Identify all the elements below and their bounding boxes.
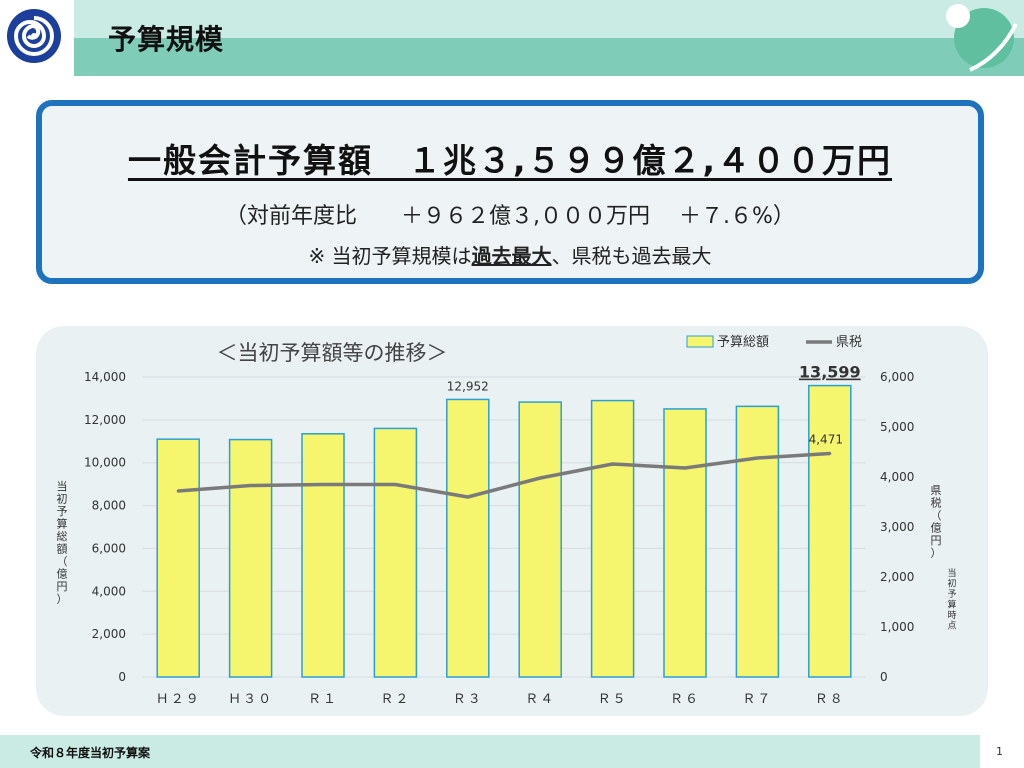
legend-label-line: 県税 bbox=[836, 335, 862, 350]
x-tick-label: Ｒ７ bbox=[742, 692, 772, 707]
header: 予算規模 bbox=[0, 0, 1024, 76]
bar bbox=[373, 427, 418, 678]
line-point bbox=[321, 483, 325, 486]
line-point bbox=[176, 489, 180, 493]
x-tick-label: Ｒ２ bbox=[380, 692, 410, 707]
line-point bbox=[249, 484, 253, 487]
bar bbox=[228, 438, 273, 678]
data-label: 13,599 bbox=[799, 363, 861, 382]
note-emphasis: 過去最大 bbox=[471, 244, 552, 268]
data-label: 4,471 bbox=[809, 432, 843, 446]
budget-note: ※ 当初予算規模は過去最大、県税も過去最大 bbox=[42, 240, 978, 269]
line-point bbox=[828, 451, 832, 455]
bar bbox=[156, 438, 200, 678]
note-suffix: 、県税も過去最大 bbox=[551, 244, 712, 268]
y-right-tick-label: 6,000 bbox=[880, 370, 914, 384]
x-tick-label: Ｒ３ bbox=[453, 692, 483, 707]
line-point bbox=[755, 456, 759, 460]
x-tick-label: Ｈ２９ bbox=[156, 692, 201, 707]
line-point bbox=[538, 476, 542, 480]
y-left-tick-label: 0 bbox=[118, 670, 126, 684]
bar bbox=[301, 433, 345, 678]
page-number: 1 bbox=[996, 745, 1003, 758]
series-line-kenzei bbox=[178, 451, 830, 499]
bar bbox=[735, 405, 780, 678]
y-right-tick-label: 2,000 bbox=[880, 570, 914, 584]
line-point bbox=[393, 483, 397, 486]
x-tick-label: Ｒ６ bbox=[670, 692, 700, 707]
line-point bbox=[611, 462, 615, 466]
chart-panel: 0 2,000 4,000 6,000 8,000 10,000 12,000 14,000 0… bbox=[36, 326, 988, 716]
budget-trend-chart: 0 2,000 4,000 6,000 8,000 10,000 12,000 14,000 0… bbox=[57, 335, 957, 707]
note-prefix: ※ 当初予算規模は bbox=[308, 244, 472, 268]
bar bbox=[446, 398, 490, 678]
bar bbox=[808, 384, 852, 678]
y-right-axis-note: 当初予算時点 bbox=[947, 567, 956, 632]
page-title: 予算規模 bbox=[108, 23, 225, 56]
x-tick-label: Ｒ８ bbox=[815, 692, 845, 707]
x-tick-label: Ｒ１ bbox=[308, 692, 338, 707]
y-right-tick-label: 3,000 bbox=[880, 520, 914, 534]
data-label: 12,952 bbox=[447, 379, 489, 393]
y-left-tick-label: 4,000 bbox=[92, 584, 126, 598]
y-left-tick-label: 12,000 bbox=[84, 413, 126, 427]
y-right-axis-title: 県税（億円） bbox=[931, 484, 942, 560]
summary-box: 一般会計予算額 １兆３,５９９億２,４００万円 （対前年度比 ＋９６２億３,００… bbox=[36, 100, 984, 284]
bar bbox=[518, 401, 562, 678]
legend-swatch-bar bbox=[686, 335, 714, 348]
y-left-tick-label: 8,000 bbox=[92, 499, 126, 513]
chart-title: ＜当初予算額等の推移＞ bbox=[217, 341, 448, 365]
y-left-tick-label: 10,000 bbox=[84, 456, 126, 470]
line-point bbox=[466, 495, 470, 499]
line-point bbox=[683, 466, 687, 470]
y-left-tick-label: 6,000 bbox=[92, 541, 126, 555]
x-tick-label: Ｈ３０ bbox=[228, 692, 273, 707]
budget-headline: 一般会計予算額 １兆３,５９９億２,４００万円 bbox=[127, 141, 893, 180]
header-decoration bbox=[946, 4, 1018, 72]
y-left-axis-title: 当初予算総額（億円） bbox=[57, 479, 68, 606]
footer: 令和８年度当初予算案 1 bbox=[0, 735, 1024, 768]
x-tick-label: Ｒ４ bbox=[525, 692, 555, 707]
budget-change-line: （対前年度比 ＋９６２億３,０００万円 ＋７.６%） bbox=[225, 204, 795, 229]
y-left-tick-label: 2,000 bbox=[92, 627, 126, 641]
y-right-tick-label: 0 bbox=[880, 670, 888, 684]
y-right-tick-label: 1,000 bbox=[880, 620, 914, 634]
y-left-tick-label: 14,000 bbox=[84, 370, 126, 384]
footer-text: 令和８年度当初予算案 bbox=[30, 746, 151, 760]
legend-label-bar: 予算総額 bbox=[717, 335, 769, 350]
prefecture-logo-icon bbox=[7, 9, 61, 63]
x-tick-label: Ｒ５ bbox=[598, 692, 628, 707]
y-right-tick-label: 4,000 bbox=[880, 470, 914, 484]
y-right-tick-label: 5,000 bbox=[880, 420, 914, 434]
bar bbox=[590, 399, 635, 678]
bar bbox=[663, 408, 707, 678]
